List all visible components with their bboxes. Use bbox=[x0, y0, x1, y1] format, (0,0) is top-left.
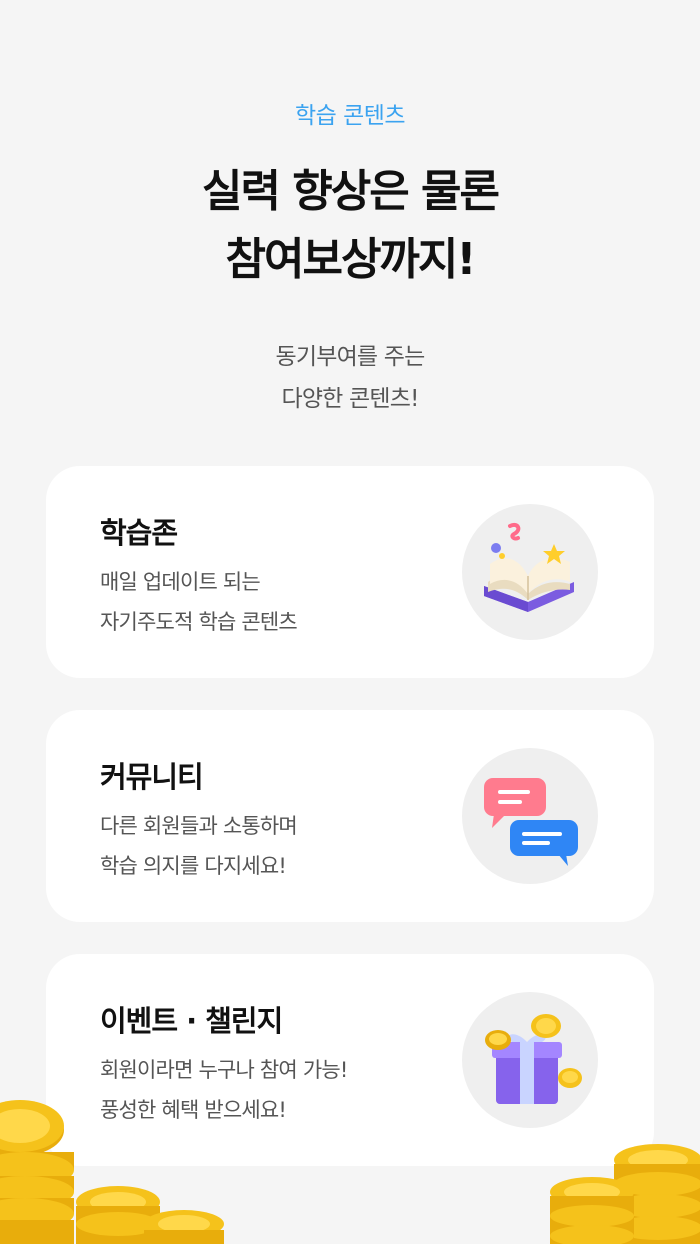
gift-box-icon bbox=[462, 992, 598, 1128]
card-community[interactable]: 커뮤니티 다른 회원들과 소통하며 학습 의지를 다지세요! bbox=[46, 710, 654, 922]
subheadline-line-2: 다양한 콘텐츠! bbox=[281, 386, 419, 412]
section-eyebrow: 학습 콘텐츠 bbox=[294, 103, 406, 129]
page-subheadline: 동기부여를 주는 다양한 콘텐츠! bbox=[0, 336, 700, 420]
headline-line-2: 참여보상까지! bbox=[225, 234, 477, 285]
page: 학습 콘텐츠 실력 향상은 물론 참여보상까지! 동기부여를 주는 다양한 콘텐… bbox=[0, 0, 700, 1244]
chat-bubbles-icon bbox=[462, 748, 598, 884]
headline-line-1: 실력 향상은 물론 bbox=[202, 166, 500, 217]
card-description-line: 매일 업데이트 되는 bbox=[100, 570, 261, 594]
card-description-line: 학습 의지를 다지세요! bbox=[100, 854, 287, 878]
card-title: 이벤트 · 챌린지 bbox=[100, 1004, 283, 1038]
card-description-line: 회원이라면 누구나 참여 가능! bbox=[100, 1058, 348, 1082]
card-description: 매일 업데이트 되는 자기주도적 학습 콘텐츠 bbox=[100, 562, 298, 642]
card-study-zone[interactable]: 학습존 매일 업데이트 되는 자기주도적 학습 콘텐츠 bbox=[46, 466, 654, 678]
card-description: 다른 회원들과 소통하며 학습 의지를 다지세요! bbox=[100, 806, 298, 886]
open-book-icon bbox=[462, 504, 598, 640]
page-headline: 실력 향상은 물론 참여보상까지! bbox=[0, 158, 700, 294]
coin-stack-icon bbox=[0, 1100, 224, 1244]
card-title: 커뮤니티 bbox=[100, 760, 204, 794]
card-description-line: 다른 회원들과 소통하며 bbox=[100, 814, 298, 838]
card-description-line: 자기주도적 학습 콘텐츠 bbox=[100, 610, 298, 634]
subheadline-line-1: 동기부여를 주는 bbox=[275, 344, 425, 370]
coin-stack-icon bbox=[550, 1144, 700, 1244]
card-title: 학습존 bbox=[100, 516, 178, 550]
